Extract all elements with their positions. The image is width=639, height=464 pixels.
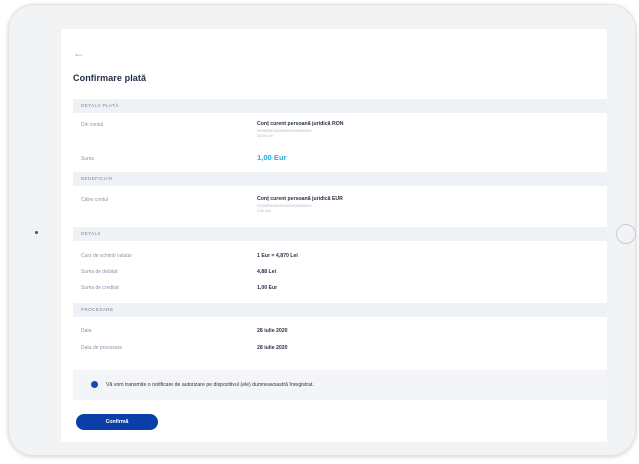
to-account-iban: RO00RNCB0000000000000000 <box>257 204 312 208</box>
exchange-rate-value: 1 Eur = 4,870 Lei <box>257 253 298 259</box>
section-processing: PROCESARE <box>73 303 607 317</box>
date-value: 28 iulie 2020 <box>257 328 288 334</box>
amount-label: Suma <box>81 156 95 162</box>
page-title: Confirmare plată <box>73 73 147 83</box>
to-account-balance: 3,50 Eur <box>257 209 272 213</box>
to-account-name: Conț curent persoană juridică EUR <box>257 196 343 202</box>
back-arrow-icon[interactable]: ← <box>73 47 85 59</box>
amount-value: 1,00 Eur <box>257 153 287 162</box>
processing-date-label: Data de procesare <box>81 345 123 351</box>
date-label: Data <box>81 328 92 334</box>
authorization-notice: Vă vom transmite o notificare de autoriz… <box>73 370 607 400</box>
camera-icon <box>35 231 38 234</box>
section-details: DETALII <box>73 227 607 241</box>
tablet-frame: ← Confirmare plată DETALII PLATĂ Din con… <box>8 4 636 456</box>
section-label: DETALII PLATĂ <box>81 103 119 108</box>
confirm-button[interactable]: Confirmă <box>76 414 158 430</box>
section-payment-details: DETALII PLATĂ <box>73 99 607 113</box>
credit-amount-label: Suma de creditat <box>81 285 119 291</box>
from-account-label: Din contul <box>81 122 104 128</box>
section-label: DETALII <box>81 231 101 236</box>
from-account-balance: 10,00 Lei <box>257 134 273 138</box>
from-account-iban: RO00RNCB0000000000000000 <box>257 129 312 133</box>
notice-text: Vă vom transmite o notificare de autoriz… <box>106 382 314 388</box>
section-beneficiary: BENEFICIAR <box>73 172 607 186</box>
app-screen: ← Confirmare plată DETALII PLATĂ Din con… <box>61 29 607 442</box>
section-label: BENEFICIAR <box>81 176 113 181</box>
debit-amount-label: Suma de debitat <box>81 269 118 275</box>
from-account-name: Conț curent persoană juridică RON <box>257 121 344 127</box>
info-dot-icon <box>91 381 98 388</box>
processing-date-value: 28 iulie 2020 <box>257 345 288 351</box>
exchange-rate-label: Curs de schimb valutar <box>81 253 133 259</box>
to-account-label: Către contul <box>81 197 108 203</box>
section-label: PROCESARE <box>81 307 114 312</box>
home-button[interactable] <box>616 224 636 244</box>
debit-amount-value: 4,88 Lei <box>257 269 277 275</box>
credit-amount-value: 1,00 Eur <box>257 285 278 291</box>
